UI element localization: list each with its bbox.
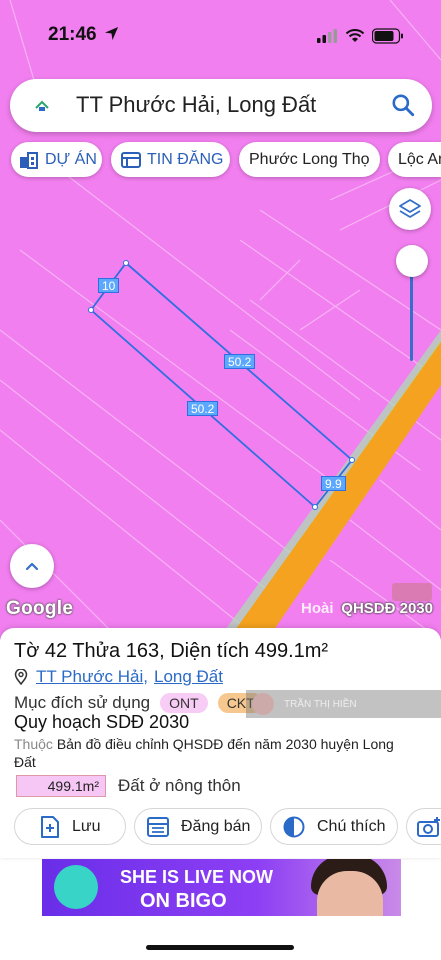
layers-icon [399,199,421,218]
edge-label: 10 [98,278,120,293]
area-label: Đất ở nông thôn [118,776,241,795]
location-pin-icon [14,669,28,685]
chip-label: Phước Long Thọ [249,150,370,168]
land-use-purpose: Mục đích sử dụng ONT CKT [14,693,263,713]
chip-tin-dang[interactable]: TIN ĐĂNG [111,142,230,177]
chip-phuoc-long-tho[interactable]: Phước Long Thọ [239,142,380,177]
wifi-icon [345,29,365,42]
ad-banner[interactable]: SHE IS LIVE NOW ON BIGO [42,859,401,916]
parcel-outline[interactable] [89,261,354,509]
chip-label: DỰ ÁN [45,150,97,168]
commune-link[interactable]: TT Phước Hải [36,667,143,687]
status-bar: 21:46 [0,0,441,70]
layers-button[interactable] [389,188,431,230]
slider-thumb[interactable] [396,245,428,277]
location-arrow-icon [104,26,118,41]
ad-line-2: ON BIGO [140,890,227,912]
map-place-label: Hoài [301,600,334,617]
building-icon [19,151,39,169]
add-photo-button[interactable] [406,808,441,845]
save-label: Lưu [72,817,101,835]
post-sale-button[interactable]: Đăng bán [134,808,262,845]
area-legend-row: 499.1m² Đất ở nông thôn [16,775,241,797]
purpose-label: Mục đích sử dụng [14,693,151,712]
edge-label: 9.9 [321,476,346,491]
status-time: 21:46 [48,24,97,45]
search-bar[interactable]: TT Phước Hải, Long Đất [10,79,432,132]
edge-label: 50.2 [187,401,219,416]
home-indicator[interactable] [146,945,294,950]
parcel-location: TT Phước Hải, Long Đất [14,667,223,687]
chip-du-an[interactable]: DỰ ÁN [11,142,102,177]
layer-label: QHSDĐ 2030 [341,600,433,617]
chip-label: Lộc An [398,150,441,168]
area-swatch: 499.1m² [16,775,106,797]
legend-label: Chú thích [317,817,386,835]
chip-loc-an[interactable]: Lộc An [388,142,441,177]
ad-line-1: SHE IS LIVE NOW [120,867,274,887]
district-link[interactable]: Long Đất [154,667,223,687]
opacity-slider[interactable] [396,245,428,365]
save-button[interactable]: Lưu [14,808,126,845]
user-overlay: TRẦN THỊ HIỀN [246,690,441,718]
battery-icon [372,28,403,44]
expand-up-button[interactable] [10,544,54,588]
land-use-tag[interactable]: ONT [160,693,208,713]
app-logo-icon [30,94,54,118]
legend-button[interactable]: Chú thích [270,808,398,845]
plan-source: Thuộc Bản đồ điều chỉnh QHSDĐ đến năm 20… [14,735,404,771]
chevron-up-icon [25,562,39,571]
legend-icon [283,816,305,838]
search-query[interactable]: TT Phước Hải, Long Đất [76,92,316,118]
chip-label: TIN ĐĂNG [147,150,224,168]
source-text: Bản đồ điều chỉnh QHSDĐ đến năm 2030 huy… [14,736,394,770]
parcel-title: Tờ 42 Thửa 163, Diện tích 499.1m² [14,640,329,662]
source-prefix: Thuộc [14,736,53,752]
bigo-mascot-icon [54,865,98,909]
plan-title: Quy hoạch SDĐ 2030 [14,712,190,732]
signal-icon [317,29,337,43]
edge-label: 50.2 [224,354,256,369]
search-icon[interactable] [390,92,416,118]
google-logo: Google [6,598,74,619]
sell-post-icon [147,816,169,837]
map-thumbnail[interactable] [392,583,432,601]
save-add-icon [40,815,60,838]
camera-add-icon [417,816,441,838]
overlay-user-name: TRẦN THỊ HIỀN [284,698,357,710]
post-sale-label: Đăng bán [181,817,251,835]
listing-icon [121,151,141,169]
avatar [252,693,274,715]
